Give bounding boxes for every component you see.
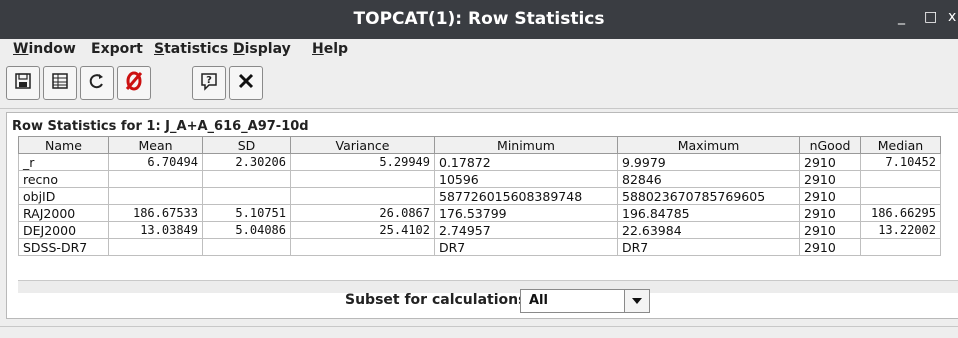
table-cell bbox=[202, 170, 291, 188]
maximize-button[interactable]: □ bbox=[924, 9, 937, 25]
column-header[interactable]: Minimum bbox=[434, 136, 618, 154]
table-cell: _r bbox=[18, 153, 109, 171]
save-button[interactable] bbox=[6, 66, 40, 100]
help-icon: ? bbox=[199, 71, 219, 95]
svg-text:?: ? bbox=[206, 75, 212, 86]
table-cell bbox=[290, 238, 435, 256]
table-cell: 2910 bbox=[799, 238, 861, 256]
table-cell: 10596 bbox=[434, 170, 618, 188]
table-row[interactable]: DEJ2000 13.03849 5.04086 25.4102 2.74957… bbox=[18, 221, 941, 239]
table-cell: 82846 bbox=[617, 170, 800, 188]
table-header-row: Name Mean SD Variance Minimum Maximum nG… bbox=[18, 136, 941, 154]
table-cell: 186.66295 bbox=[860, 204, 941, 222]
title-bar: TOPCAT(1): Row Statistics _ □ x bbox=[0, 0, 958, 39]
table-cell: 2910 bbox=[799, 221, 861, 239]
column-header[interactable]: Variance bbox=[290, 136, 435, 154]
menu-statistics[interactable]: Statistics bbox=[154, 41, 228, 57]
table-cell: 5.29949 bbox=[290, 153, 435, 171]
close-window-button[interactable]: x bbox=[948, 9, 956, 25]
table-cell: SDSS-DR7 bbox=[18, 238, 109, 256]
table-cell bbox=[108, 187, 203, 205]
table-cell: DEJ2000 bbox=[18, 221, 109, 239]
menu-window[interactable]: Window bbox=[13, 41, 76, 57]
cancel-calculation-button[interactable] bbox=[117, 66, 151, 100]
statistics-table: Name Mean SD Variance Minimum Maximum nG… bbox=[18, 136, 941, 256]
table-cell: 13.03849 bbox=[108, 221, 203, 239]
table-cell: 6.70494 bbox=[108, 153, 203, 171]
recalculate-icon bbox=[88, 72, 106, 94]
save-icon bbox=[14, 72, 32, 94]
table-cell bbox=[860, 187, 941, 205]
table-cell: 186.67533 bbox=[108, 204, 203, 222]
menu-export[interactable]: Export bbox=[91, 41, 143, 57]
table-cell: 196.84785 bbox=[617, 204, 800, 222]
table-cell: 2910 bbox=[799, 170, 861, 188]
close-button[interactable] bbox=[229, 66, 263, 100]
table-cell: 587726015608389748 bbox=[434, 187, 618, 205]
row-statistics-window: TOPCAT(1): Row Statistics _ □ x Window E… bbox=[0, 0, 958, 338]
table-cell: 9.9979 bbox=[617, 153, 800, 171]
column-header[interactable]: nGood bbox=[799, 136, 861, 154]
help-button[interactable]: ? bbox=[192, 66, 226, 100]
menu-help[interactable]: Help bbox=[312, 41, 348, 57]
table-cell: RAJ2000 bbox=[18, 204, 109, 222]
table-cell: 2910 bbox=[799, 204, 861, 222]
table-cell: recno bbox=[18, 170, 109, 188]
table-cell bbox=[290, 170, 435, 188]
toolbar-separator bbox=[0, 108, 958, 109]
table-cell: 5.10751 bbox=[202, 204, 291, 222]
column-header[interactable]: Name bbox=[18, 136, 109, 154]
table-row[interactable]: recno 10596 82846 2910 bbox=[18, 170, 941, 188]
table-cell: 2.30206 bbox=[202, 153, 291, 171]
table-cell: 5.04086 bbox=[202, 221, 291, 239]
table-cell: 7.10452 bbox=[860, 153, 941, 171]
table-cell: 0.17872 bbox=[434, 153, 618, 171]
table-cell: 2.74957 bbox=[434, 221, 618, 239]
table-cell: objID bbox=[18, 187, 109, 205]
subset-selector-row: Subset for calculations: All bbox=[0, 287, 958, 317]
table-row[interactable]: _r 6.70494 2.30206 5.29949 0.17872 9.997… bbox=[18, 153, 941, 171]
table-cell: 26.0867 bbox=[290, 204, 435, 222]
table-cell: DR7 bbox=[434, 238, 618, 256]
table-cell bbox=[108, 170, 203, 188]
table-cell: DR7 bbox=[617, 238, 800, 256]
menu-bar: Window Export Statistics Display Help bbox=[0, 39, 958, 61]
table-cell: 2910 bbox=[799, 153, 861, 171]
chevron-down-icon[interactable] bbox=[624, 290, 649, 312]
menu-display[interactable]: Display bbox=[233, 41, 291, 57]
minimize-button[interactable]: _ bbox=[898, 9, 905, 25]
table-view-button[interactable] bbox=[43, 66, 77, 100]
table-cell: 25.4102 bbox=[290, 221, 435, 239]
table-cell: 13.22002 bbox=[860, 221, 941, 239]
table-cell: 22.63984 bbox=[617, 221, 800, 239]
table-icon bbox=[51, 72, 69, 94]
subset-select[interactable]: All bbox=[520, 289, 650, 313]
subset-label: Subset for calculations: bbox=[345, 292, 533, 308]
table-cell: 588023670785769605 bbox=[617, 187, 800, 205]
bottom-divider bbox=[0, 326, 958, 327]
table-cell bbox=[202, 238, 291, 256]
table-cell bbox=[202, 187, 291, 205]
table-cell bbox=[108, 238, 203, 256]
table-cell bbox=[290, 187, 435, 205]
column-header[interactable]: Mean bbox=[108, 136, 203, 154]
recalculate-button[interactable] bbox=[80, 66, 114, 100]
no-calculate-icon bbox=[123, 70, 145, 96]
close-icon bbox=[237, 72, 255, 94]
table-row[interactable]: RAJ2000 186.67533 5.10751 26.0867 176.53… bbox=[18, 204, 941, 222]
column-header[interactable]: Median bbox=[860, 136, 941, 154]
column-header[interactable]: SD bbox=[202, 136, 291, 154]
window-title: TOPCAT(1): Row Statistics bbox=[353, 9, 605, 29]
subset-selected-value: All bbox=[529, 293, 548, 308]
table-cell: 176.53799 bbox=[434, 204, 618, 222]
table-row[interactable]: SDSS-DR7 DR7 DR7 2910 bbox=[18, 238, 941, 256]
table-row[interactable]: objID 587726015608389748 588023670785769… bbox=[18, 187, 941, 205]
table-cell: 2910 bbox=[799, 187, 861, 205]
table-cell bbox=[860, 170, 941, 188]
table-cell bbox=[860, 238, 941, 256]
column-header[interactable]: Maximum bbox=[617, 136, 800, 154]
panel-title: Row Statistics for 1: J_A+A_616_A97-10d bbox=[12, 119, 309, 134]
